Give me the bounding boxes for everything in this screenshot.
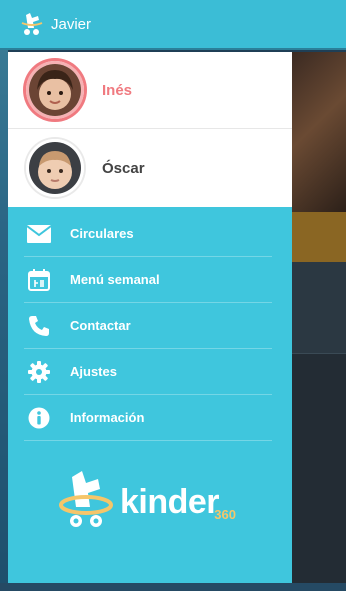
menu-label: Contactar	[70, 318, 131, 333]
profile-name: Inés	[102, 81, 133, 99]
brand-subtitle: 360	[214, 507, 236, 522]
calendar-icon	[24, 268, 54, 292]
menu-label: Menú semanal	[70, 272, 160, 287]
background-content	[292, 52, 346, 583]
background-photo	[292, 52, 346, 212]
drawer-menu: Circulares Menú semanal Contactar Ajuste…	[8, 207, 292, 441]
app-logo-icon[interactable]	[17, 9, 47, 39]
menu-label: Circulares	[70, 226, 134, 241]
profile-name: Óscar	[102, 159, 145, 177]
menu-item-circulares[interactable]: Circulares	[24, 211, 272, 257]
avatar	[26, 139, 84, 197]
menu-item-ajustes[interactable]: Ajustes	[24, 349, 272, 395]
background-banner	[292, 212, 346, 262]
avatar	[26, 61, 84, 119]
menu-label: Información	[70, 410, 145, 425]
info-icon	[24, 406, 54, 430]
gear-icon	[24, 360, 54, 384]
app-title: Javier	[51, 15, 92, 33]
phone-icon	[24, 314, 54, 338]
menu-item-informacion[interactable]: Información	[24, 395, 272, 441]
menu-item-contactar[interactable]: Contactar	[24, 303, 272, 349]
window-frame-bottom	[0, 583, 346, 591]
navigation-drawer: Inés Óscar Circulares Menú semanal Conta…	[8, 52, 292, 583]
background-row	[292, 262, 346, 354]
brand-wordmark: kinder	[120, 482, 220, 521]
brand-mascot-icon	[58, 467, 116, 537]
profile-item-oscar[interactable]: Óscar	[8, 129, 292, 207]
menu-item-menu-semanal[interactable]: Menú semanal	[24, 257, 272, 303]
brand-logo: kinder 360	[58, 467, 238, 537]
window-frame-left	[0, 0, 8, 591]
profile-item-ines[interactable]: Inés	[8, 52, 292, 129]
app-bar: Javier	[0, 0, 346, 50]
envelope-icon	[24, 222, 54, 246]
menu-label: Ajustes	[70, 364, 117, 379]
profile-list: Inés Óscar	[8, 52, 292, 207]
